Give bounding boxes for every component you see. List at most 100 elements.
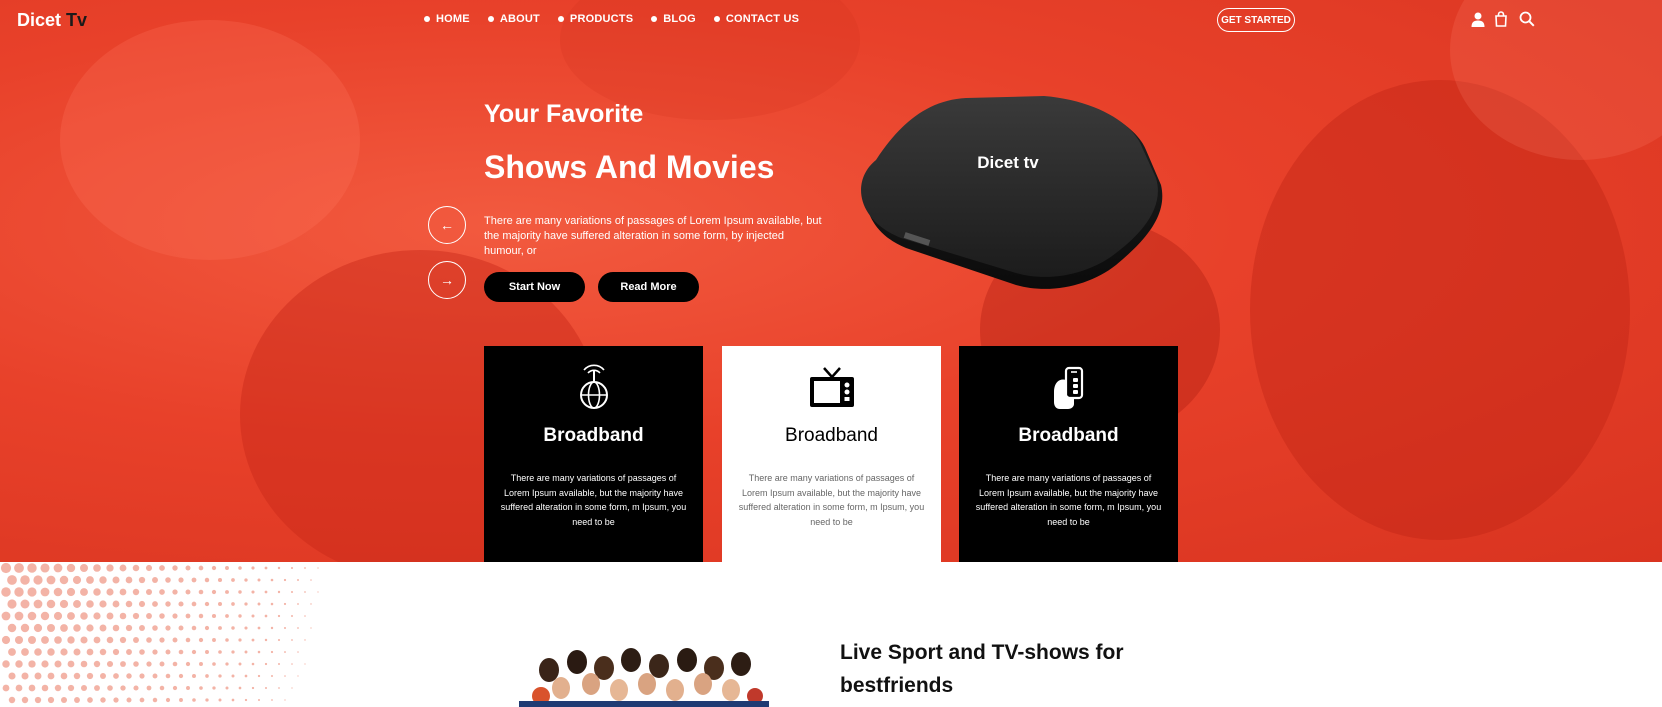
read-more-button[interactable]: Read More xyxy=(598,272,699,302)
decorative-dot-pattern xyxy=(0,562,319,704)
cart-icon[interactable] xyxy=(1493,11,1509,27)
pattern-dot xyxy=(165,625,171,631)
search-icon[interactable] xyxy=(1519,11,1535,27)
pattern-dot xyxy=(290,590,294,594)
pattern-dot xyxy=(257,602,261,606)
pattern-dot xyxy=(185,637,191,643)
pattern-dot xyxy=(126,697,132,703)
pattern-dot xyxy=(238,566,242,570)
pattern-dot xyxy=(53,611,63,621)
pattern-dot xyxy=(277,590,281,594)
pattern-dot xyxy=(106,636,114,644)
pattern-dot xyxy=(80,588,88,596)
pattern-dot xyxy=(86,624,94,632)
pattern-dot xyxy=(191,649,197,655)
pattern-dot xyxy=(310,603,312,605)
pattern-dot xyxy=(0,562,12,574)
pattern-dot xyxy=(60,696,68,704)
pattern-dot xyxy=(291,663,293,665)
pattern-dot xyxy=(119,612,127,620)
pattern-dot xyxy=(185,661,191,667)
nav-about[interactable]: ABOUT xyxy=(487,13,540,25)
pattern-dot xyxy=(270,578,274,582)
pattern-dot xyxy=(47,648,55,656)
pattern-dot xyxy=(93,588,101,596)
pattern-dot xyxy=(47,696,55,704)
pattern-dot xyxy=(41,684,49,692)
pattern-dot xyxy=(21,648,29,656)
pattern-dot xyxy=(66,587,76,597)
pattern-dot xyxy=(119,564,127,572)
pattern-dot xyxy=(284,651,286,653)
pattern-dot xyxy=(139,673,145,679)
nav-label: PRODUCTS xyxy=(569,13,634,25)
pattern-dot xyxy=(99,624,107,632)
pattern-dot xyxy=(8,696,16,704)
pattern-dot xyxy=(191,577,197,583)
pattern-dot xyxy=(7,575,17,585)
feature-card[interactable]: Broadband There are many variations of p… xyxy=(484,346,703,562)
feature-card[interactable]: Broadband There are many variations of p… xyxy=(722,346,941,562)
site-logo[interactable]: Dicet Tv xyxy=(17,10,87,31)
pattern-dot xyxy=(152,673,158,679)
user-icon[interactable] xyxy=(1470,11,1486,27)
pattern-dot xyxy=(106,564,114,572)
arrow-left-icon: ← xyxy=(440,217,454,233)
pattern-dot xyxy=(172,565,178,571)
pattern-dot xyxy=(40,587,50,597)
nav-products[interactable]: PRODUCTS xyxy=(557,13,634,25)
pattern-dot xyxy=(198,565,204,571)
pattern-dot xyxy=(94,685,100,691)
pattern-dot xyxy=(179,698,183,702)
pattern-dot xyxy=(231,602,235,606)
card-text: There are many variations of passages of… xyxy=(500,473,687,527)
pattern-dot xyxy=(59,599,69,609)
pattern-dot xyxy=(60,672,68,680)
pattern-dot xyxy=(225,662,229,666)
pattern-dot xyxy=(120,685,126,691)
nav-label: CONTACT US xyxy=(725,13,800,25)
pattern-dot xyxy=(146,613,152,619)
pattern-dot xyxy=(73,648,81,656)
next-slide-button[interactable]: → xyxy=(428,261,466,299)
pattern-dot xyxy=(34,648,42,656)
pattern-dot xyxy=(119,636,127,644)
nav-home[interactable]: HOME xyxy=(424,13,470,25)
pattern-dot xyxy=(283,626,287,630)
pattern-dot xyxy=(178,649,184,655)
pattern-dot xyxy=(165,649,171,655)
pattern-dot xyxy=(278,687,280,689)
pattern-dot xyxy=(80,636,88,644)
pattern-dot xyxy=(238,590,242,594)
pattern-dot xyxy=(211,565,217,571)
pattern-dot xyxy=(8,672,16,680)
nav-contact[interactable]: CONTACT US xyxy=(713,13,800,25)
pattern-dot xyxy=(15,684,23,692)
pattern-dot xyxy=(47,672,55,680)
pattern-dot xyxy=(14,563,24,573)
card-text: There are many variations of passages of… xyxy=(975,473,1162,527)
pattern-dot xyxy=(204,601,210,607)
start-now-button[interactable]: Start Now xyxy=(484,272,585,302)
pattern-dot xyxy=(225,614,229,618)
pattern-dot xyxy=(192,698,196,702)
pattern-dot xyxy=(297,675,299,677)
pattern-dot xyxy=(60,624,68,632)
pattern-dot xyxy=(125,600,133,608)
nav-blog[interactable]: BLOG xyxy=(651,13,696,25)
prev-slide-button[interactable]: ← xyxy=(428,206,466,244)
pattern-dot xyxy=(218,626,222,630)
pattern-dot xyxy=(67,660,75,668)
pattern-dot xyxy=(205,674,209,678)
pattern-dot xyxy=(251,566,255,570)
nav-label: BLOG xyxy=(663,13,696,25)
pattern-dot xyxy=(159,685,165,691)
pattern-dot xyxy=(139,649,145,655)
section-title-line1: Live Sport and TV-shows for xyxy=(840,641,1124,664)
pattern-dot xyxy=(297,651,299,653)
get-started-button[interactable]: GET STARTED xyxy=(1217,8,1295,32)
feature-card[interactable]: Broadband There are many variations of p… xyxy=(959,346,1178,562)
pattern-dot xyxy=(264,638,268,642)
pattern-dot xyxy=(106,660,114,668)
pattern-dot xyxy=(41,636,49,644)
